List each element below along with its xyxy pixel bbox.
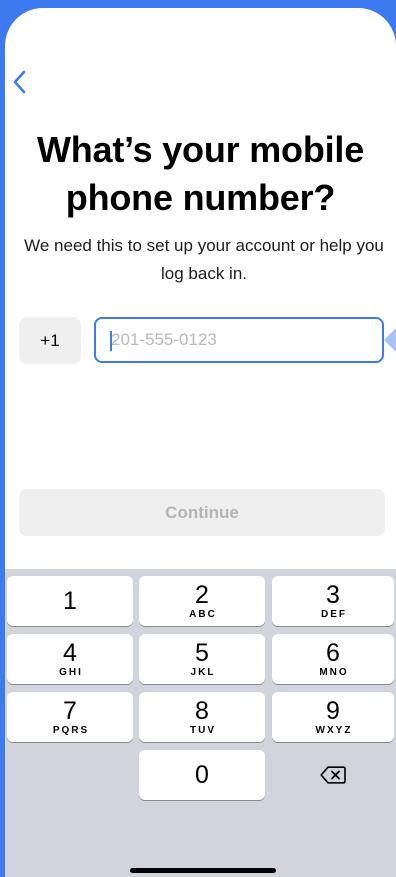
- page-title: What’s your mobile phone number?: [36, 129, 365, 218]
- key-2[interactable]: 2 ABC: [139, 576, 265, 626]
- key-letters: JKL: [190, 666, 216, 678]
- backspace-icon: [320, 766, 346, 784]
- phone-screen: What’s your mobile phone number? We need…: [5, 8, 396, 877]
- key-5[interactable]: 5 JKL: [139, 634, 265, 684]
- page-subtitle: We need this to set up your account or h…: [24, 236, 384, 283]
- device-frame: What’s your mobile phone number? We need…: [0, 0, 396, 877]
- phone-number-input[interactable]: [96, 318, 382, 362]
- key-letters: TUV: [190, 724, 216, 736]
- chevron-left-icon: [13, 70, 26, 94]
- key-letters: GHI: [59, 666, 83, 678]
- key-9[interactable]: 9 WXYZ: [272, 692, 394, 742]
- key-digit: 9: [326, 696, 340, 725]
- key-digit: 1: [63, 587, 77, 615]
- key-letters: ABC: [189, 608, 217, 620]
- delete-key[interactable]: [272, 750, 394, 800]
- country-code-button[interactable]: +1: [19, 317, 81, 364]
- continue-button[interactable]: Continue: [19, 489, 385, 536]
- key-3[interactable]: 3 DEF: [272, 576, 394, 626]
- key-letters: PQRS: [52, 724, 90, 736]
- key-letters: DEF: [321, 608, 347, 620]
- text-caret: [110, 331, 112, 351]
- phone-input-container[interactable]: [94, 317, 384, 363]
- key-digit: 3: [326, 580, 340, 609]
- key-letters: MNO: [319, 666, 349, 678]
- numeric-keyboard: 1 2 ABC 3 DEF 4 GHI 5 JKL 6 MNO 7 PQRS 8…: [5, 569, 396, 877]
- home-indicator: [130, 868, 276, 873]
- key-digit: 6: [326, 638, 340, 667]
- key-digit: 0: [195, 761, 209, 789]
- key-7[interactable]: 7 PQRS: [7, 692, 133, 742]
- key-digit: 7: [63, 696, 77, 725]
- key-digit: 5: [195, 638, 209, 667]
- key-1[interactable]: 1: [7, 576, 133, 626]
- key-6[interactable]: 6 MNO: [272, 634, 394, 684]
- key-letters: WXYZ: [315, 724, 353, 736]
- key-0[interactable]: 0: [139, 750, 265, 800]
- back-button[interactable]: [7, 66, 33, 98]
- key-digit: 4: [63, 638, 77, 667]
- key-4[interactable]: 4 GHI: [7, 634, 133, 684]
- key-digit: 8: [195, 696, 209, 725]
- side-tab-indicator: [384, 328, 396, 352]
- key-digit: 2: [195, 580, 209, 609]
- key-8[interactable]: 8 TUV: [139, 692, 265, 742]
